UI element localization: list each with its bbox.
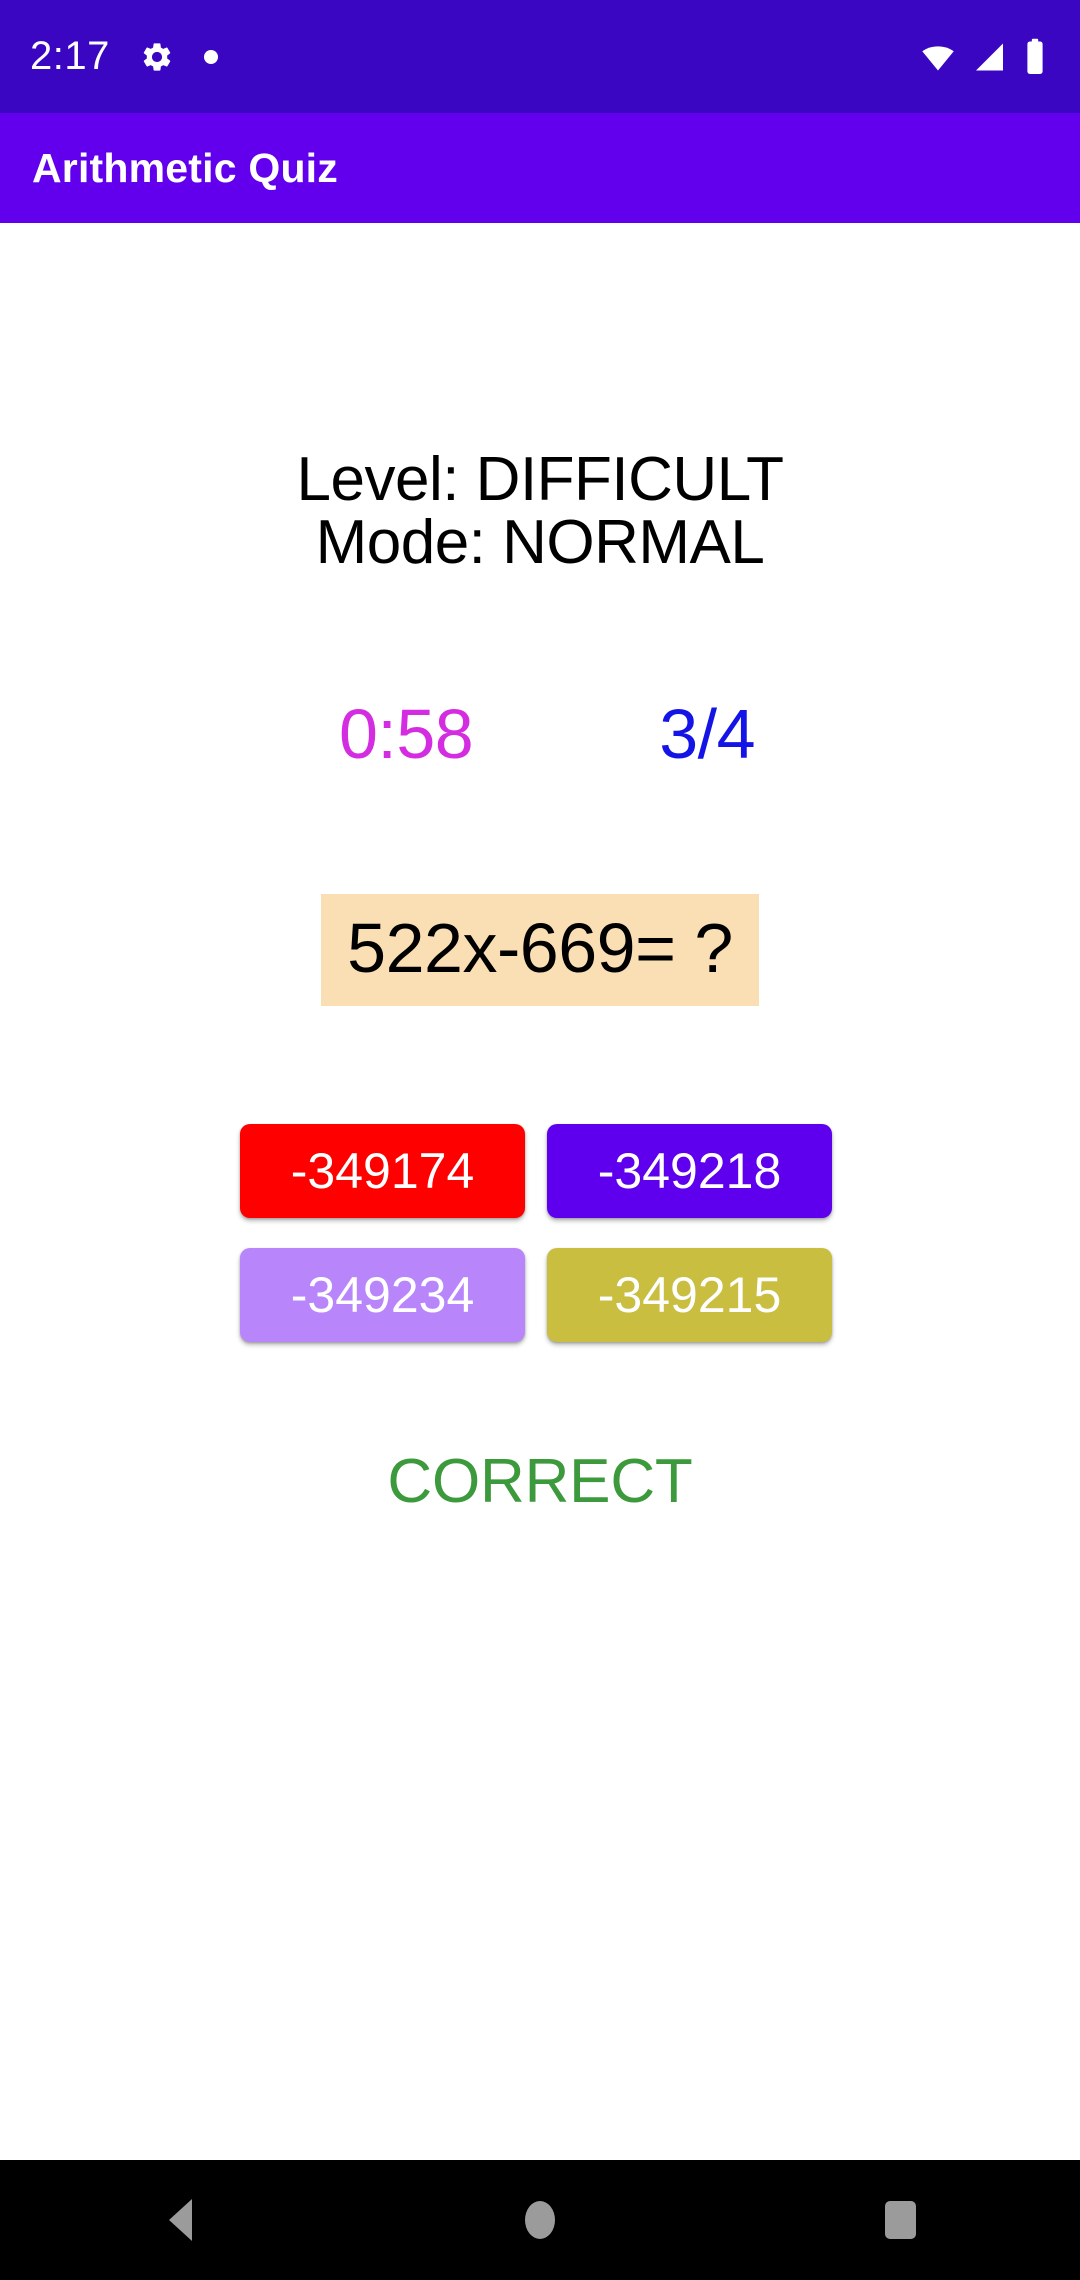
dot-icon bbox=[203, 49, 218, 64]
level-mode-block: Level: DIFFICULT Mode: NORMAL bbox=[296, 445, 784, 578]
answer-options-grid: -349174 -349218 -349234 -349215 bbox=[240, 1124, 840, 1343]
status-bar-clock: 2:17 bbox=[30, 34, 110, 78]
back-triangle-icon bbox=[168, 2199, 192, 2241]
answer-option-4[interactable]: -349215 bbox=[547, 1248, 832, 1343]
signal-icon bbox=[972, 39, 1010, 75]
question-text: 522x-669= ? bbox=[347, 909, 733, 988]
home-circle-icon bbox=[525, 2201, 555, 2239]
status-bar: 2:17 bbox=[0, 0, 1080, 113]
nav-back-button[interactable] bbox=[100, 2160, 260, 2280]
level-label: Level: DIFFICULT bbox=[296, 445, 784, 514]
app-title: Arithmetic Quiz bbox=[32, 144, 338, 191]
question-box: 522x-669= ? bbox=[321, 894, 759, 1007]
answer-option-3[interactable]: -349234 bbox=[240, 1248, 525, 1343]
status-bar-right bbox=[918, 38, 1046, 76]
battery-icon bbox=[1024, 38, 1046, 76]
score-display: 3/4 bbox=[659, 695, 756, 774]
wifi-icon bbox=[918, 39, 958, 75]
timer-display: 0:58 bbox=[338, 695, 474, 774]
feedback-message: CORRECT bbox=[387, 1447, 693, 1517]
gear-icon bbox=[140, 40, 174, 74]
nav-recents-button[interactable] bbox=[820, 2160, 980, 2280]
android-nav-bar bbox=[0, 2160, 1080, 2280]
answer-option-1[interactable]: -349174 bbox=[240, 1124, 525, 1219]
timer-score-row: 0:58 3/4 bbox=[0, 694, 1080, 774]
nav-home-button[interactable] bbox=[460, 2160, 620, 2280]
status-bar-left: 2:17 bbox=[30, 34, 218, 79]
phone-screen: 2:17 Arithmetic Quiz Level: DIFFICULT Mo… bbox=[0, 0, 1080, 2280]
mode-label: Mode: NORMAL bbox=[315, 508, 765, 578]
recents-square-icon bbox=[884, 2201, 916, 2239]
quiz-content: Level: DIFFICULT Mode: NORMAL 0:58 3/4 5… bbox=[0, 223, 1080, 2160]
app-bar: Arithmetic Quiz bbox=[0, 113, 1080, 223]
answer-option-2[interactable]: -349218 bbox=[547, 1124, 832, 1219]
